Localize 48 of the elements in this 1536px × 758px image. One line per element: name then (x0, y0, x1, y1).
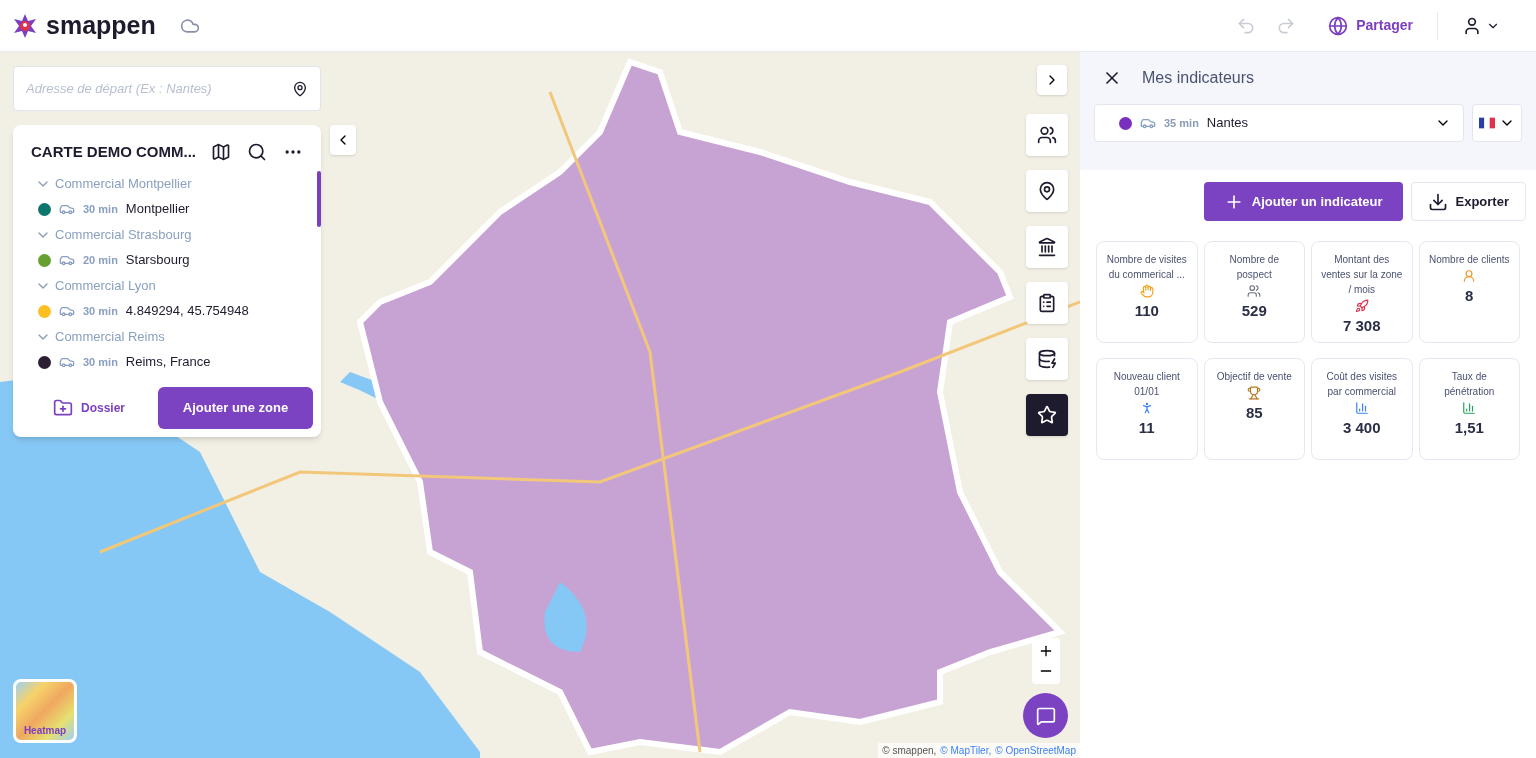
zone-name[interactable]: Montpellier (125, 199, 190, 219)
zone-duration: 35 min (1164, 115, 1199, 131)
indicator-card[interactable]: Objectif de vente 85 (1203, 358, 1305, 460)
indicator-value: 8 (1465, 286, 1474, 306)
zone-duration: 30 min (83, 201, 118, 217)
address-field[interactable]: Adresse de départ (Ex : Nantes) (13, 66, 321, 111)
attribution-text: © smappen, (882, 744, 937, 758)
indicator-value: 529 (1241, 301, 1267, 321)
indicator-label: Objectif de vente (1216, 370, 1292, 384)
indicator-value: 11 (1138, 418, 1155, 438)
indicator-label: Nombre de clients (1428, 253, 1510, 267)
indicator-value: 1,51 (1454, 418, 1484, 438)
indicator-value: 3 400 (1342, 418, 1381, 438)
zone-name[interactable]: 4.849294, 45.754948 (125, 301, 249, 321)
attribution-link[interactable]: © OpenStreetMap (995, 743, 1076, 758)
zone-select[interactable]: 35 min Nantes (1094, 104, 1464, 142)
zone-duration: 20 min (83, 252, 118, 268)
add-zone-button[interactable]: Ajouter une zone (158, 387, 313, 429)
indicator-value: 110 (1134, 301, 1159, 321)
indicator-card[interactable]: Nombre de pospect 529 (1203, 241, 1305, 343)
indicator-card[interactable]: Coût des visites par commercial 3 400 (1311, 358, 1413, 460)
indicator-card[interactable]: Nouveau client 01/01 11 (1096, 358, 1198, 460)
brand-name: smappen (46, 13, 156, 38)
indicator-label: Nombre de pospect (1228, 253, 1280, 282)
zone-name: Nantes (1206, 114, 1249, 133)
zone-name[interactable]: Reims, France (125, 352, 211, 372)
indicator-label: Coût des visites par commercial (1325, 370, 1399, 399)
share-button[interactable]: Partager (1328, 15, 1413, 36)
zone-duration: 30 min (83, 303, 118, 319)
zone-name[interactable]: Starsbourg (125, 250, 190, 270)
indicator-label: Taux de pénétration (1443, 370, 1496, 399)
indicator-card[interactable]: Taux de pénétration 1,51 (1418, 358, 1520, 460)
add-indicator-button[interactable]: Ajouter un indicateur (1203, 182, 1403, 221)
panel-title: Mes indicateurs (1142, 68, 1255, 88)
indicator-card[interactable]: Nombre de visites du commerical ... 110 (1096, 241, 1198, 343)
indicator-label: Nombre de visites du commerical ... (1105, 253, 1188, 282)
folder-button[interactable]: Dossier (53, 398, 126, 418)
indicator-label: Montant des ventes sur la zone / mois (1320, 253, 1404, 297)
attribution-link[interactable]: © MapTiler, (940, 743, 992, 758)
indicator-card[interactable]: Nombre de clients 8 (1418, 241, 1520, 343)
indicator-label: Nouveau client 01/01 (1112, 370, 1181, 399)
heatmap-button[interactable]: Heatmap (13, 679, 77, 743)
indicator-value: 7 308 (1342, 316, 1381, 336)
project-title: CARTE DEMO COMM... (31, 141, 196, 162)
zone-duration: 30 min (83, 354, 118, 370)
indicator-value: 85 (1245, 403, 1263, 423)
export-button[interactable]: Exporter (1410, 182, 1526, 221)
indicator-card[interactable]: Montant des ventes sur la zone / mois 7 308 (1311, 241, 1413, 343)
